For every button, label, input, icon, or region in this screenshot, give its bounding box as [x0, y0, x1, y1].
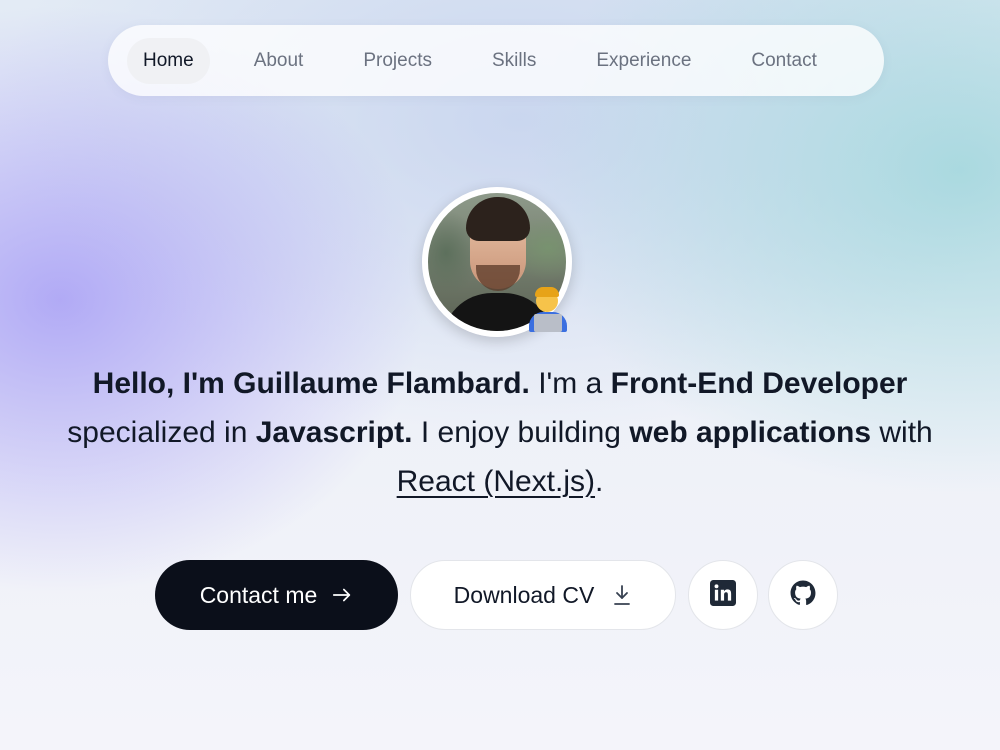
- intro-text: Hello, I'm Guillaume Flambard. I'm a Fro…: [0, 359, 1000, 506]
- contact-me-label: Contact me: [199, 581, 318, 608]
- technologist-emoji-icon: [526, 286, 570, 334]
- intro-line-3: React (Next.js).: [396, 465, 604, 498]
- download-cv-button[interactable]: Download CV: [410, 560, 676, 630]
- nav-item-home[interactable]: Home: [127, 37, 210, 84]
- arrow-right-icon: [331, 584, 353, 606]
- nav-item-projects[interactable]: Projects: [347, 38, 448, 84]
- linkedin-icon: [710, 579, 736, 611]
- intro-line-1: Hello, I'm Guillaume Flambard. I'm a Fro…: [92, 367, 908, 400]
- nav-item-skills[interactable]: Skills: [476, 38, 552, 84]
- main-nav: Home About Projects Skills Experience Co…: [108, 25, 884, 96]
- nav-item-experience[interactable]: Experience: [580, 38, 707, 84]
- linkedin-button[interactable]: [688, 560, 758, 630]
- github-icon: [790, 580, 816, 611]
- download-cv-label: Download CV: [453, 581, 595, 608]
- github-button[interactable]: [768, 560, 838, 630]
- contact-me-button[interactable]: Contact me: [155, 560, 398, 630]
- nav-item-contact[interactable]: Contact: [735, 38, 832, 84]
- react-nextjs-link[interactable]: React (Next.js): [397, 465, 595, 498]
- nav-item-about[interactable]: About: [238, 38, 320, 84]
- download-icon: [612, 584, 632, 606]
- intro-line-2: specialized in Javascript. I enjoy build…: [67, 416, 933, 449]
